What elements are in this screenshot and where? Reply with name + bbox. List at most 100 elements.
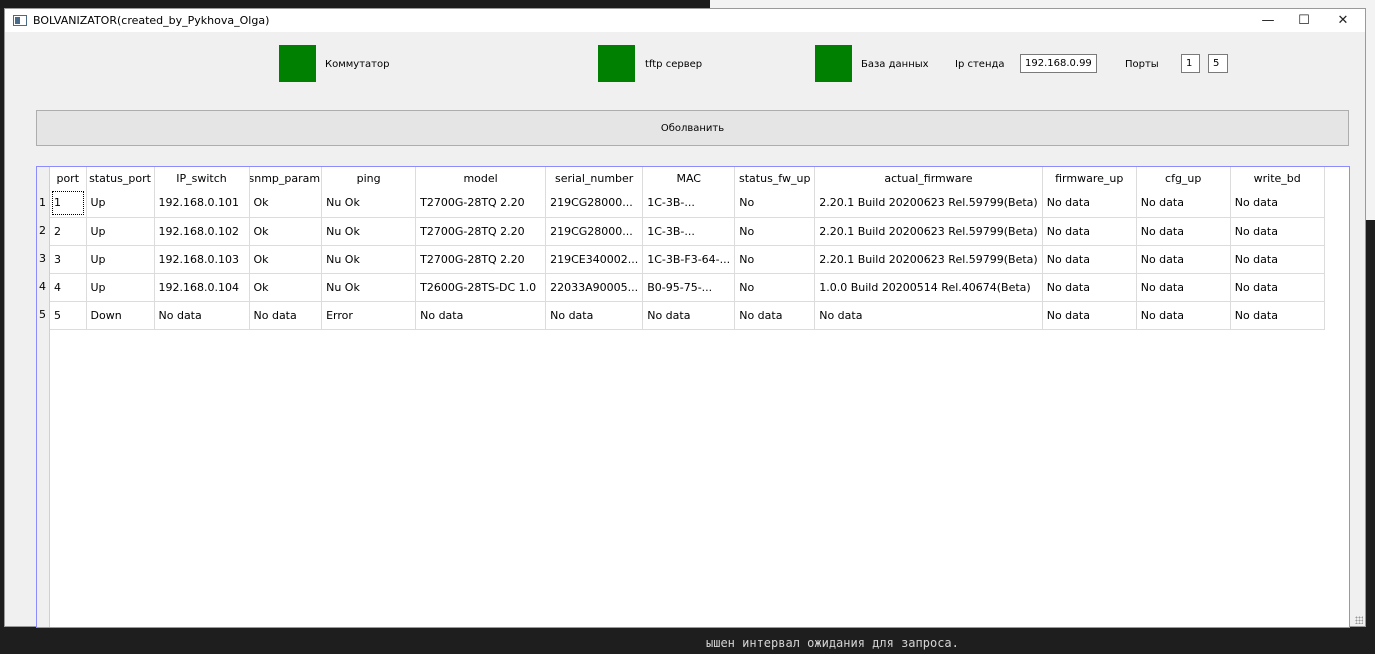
table-cell[interactable]: 1C-3B-... — [642, 189, 736, 218]
column-header-cfg-up[interactable]: cfg_up — [1136, 167, 1231, 189]
table-cell[interactable]: No data — [1042, 301, 1137, 330]
table-row[interactable]: 2 Up 192.168.0.102 Ok Nu Ok T2700G-28TQ … — [50, 217, 1325, 246]
table-cell[interactable]: No data — [415, 301, 547, 330]
table-cell[interactable]: Up — [86, 189, 155, 218]
ports-label: Порты — [1125, 59, 1159, 70]
resize-grip-icon[interactable] — [1355, 616, 1363, 624]
table-cell[interactable]: 1C-3B-... — [642, 217, 736, 246]
table-row[interactable]: 4 Up 192.168.0.104 Ok Nu Ok T2600G-28TS-… — [50, 273, 1325, 302]
column-header-ip-switch[interactable]: IP_switch — [154, 167, 250, 189]
table-cell[interactable]: Ok — [249, 273, 323, 302]
table-cell[interactable]: Up — [86, 245, 155, 274]
table-cell[interactable]: 1 — [50, 189, 87, 218]
table-cell[interactable]: No data — [1042, 189, 1137, 218]
column-header-mac[interactable]: MAC — [642, 167, 736, 189]
table-cell[interactable]: No data — [734, 301, 816, 330]
table-cell[interactable]: No data — [1230, 301, 1325, 330]
table-cell[interactable]: No — [734, 217, 816, 246]
table-cell[interactable]: No data — [1136, 273, 1231, 302]
title-bar[interactable]: BOLVANIZATOR(created_by_Pykhova_Olga) — … — [5, 9, 1365, 32]
table-cell[interactable]: No data — [1136, 245, 1231, 274]
table-row[interactable]: 3 Up 192.168.0.103 Ok Nu Ok T2700G-28TQ … — [50, 245, 1325, 274]
table-cell[interactable]: No data — [154, 301, 250, 330]
table-cell[interactable]: 192.168.0.104 — [154, 273, 250, 302]
table-cell[interactable]: T2600G-28TS-DC 1.0 — [415, 273, 547, 302]
results-table[interactable]: 1 2 3 4 5 port status_port IP_switch snm… — [36, 166, 1350, 628]
table-cell[interactable]: Nu Ok — [321, 273, 417, 302]
table-cell[interactable]: Nu Ok — [321, 189, 417, 218]
table-cell[interactable]: 192.168.0.103 — [154, 245, 250, 274]
table-cell[interactable]: No data — [1230, 189, 1325, 218]
column-header-port[interactable]: port — [50, 167, 87, 189]
table-cell[interactable]: 219CG28000... — [545, 189, 644, 218]
table-cell[interactable]: No data — [249, 301, 323, 330]
table-cell[interactable]: Error — [321, 301, 417, 330]
table-cell[interactable]: No data — [1042, 217, 1137, 246]
table-cell[interactable]: Down — [86, 301, 155, 330]
table-cell[interactable]: Ok — [249, 245, 323, 274]
row-number[interactable]: 2 — [39, 224, 49, 237]
table-cell[interactable]: B0-95-75-... — [642, 273, 736, 302]
table-cell[interactable]: No data — [1230, 273, 1325, 302]
table-cell[interactable]: Up — [86, 217, 155, 246]
table-cell[interactable]: 2 — [50, 217, 87, 246]
minimize-button[interactable]: — — [1248, 9, 1288, 31]
table-cell[interactable]: No — [734, 245, 816, 274]
column-header-firmware-up[interactable]: firmware_up — [1042, 167, 1137, 189]
table-cell[interactable]: Nu Ok — [321, 245, 417, 274]
table-cell[interactable]: 219CE340002... — [545, 245, 644, 274]
row-number[interactable]: 1 — [39, 196, 49, 209]
column-header-snmp-param[interactable]: snmp_param — [249, 167, 323, 189]
column-header-actual-firmware[interactable]: actual_firmware — [814, 167, 1043, 189]
column-header-status-port[interactable]: status_port — [86, 167, 155, 189]
table-row[interactable]: 1 Up 192.168.0.101 Ok Nu Ok T2700G-28TQ … — [50, 189, 1325, 218]
table-cell[interactable]: T2700G-28TQ 2.20 — [415, 217, 547, 246]
table-cell[interactable]: 1.0.0 Build 20200514 Rel.40674(Beta) — [814, 273, 1043, 302]
table-cell[interactable]: No — [734, 189, 816, 218]
column-header-serial-number[interactable]: serial_number — [545, 167, 644, 189]
row-number[interactable]: 5 — [39, 308, 49, 321]
table-cell[interactable]: Up — [86, 273, 155, 302]
stand-ip-input[interactable] — [1020, 54, 1097, 73]
column-header-write-bd[interactable]: write_bd — [1230, 167, 1325, 189]
table-cell[interactable]: 2.20.1 Build 20200623 Rel.59799(Beta) — [814, 217, 1043, 246]
table-cell[interactable]: 219CG28000... — [545, 217, 644, 246]
table-cell[interactable]: 22033A90005... — [545, 273, 644, 302]
table-cell[interactable]: 5 — [50, 301, 87, 330]
table-cell[interactable]: T2700G-28TQ 2.20 — [415, 189, 547, 218]
column-header-ping[interactable]: ping — [321, 167, 417, 189]
table-cell[interactable]: No data — [1042, 273, 1137, 302]
port-to-input[interactable] — [1208, 54, 1228, 73]
close-button[interactable]: ✕ — [1323, 9, 1363, 31]
table-cell[interactable]: 3 — [50, 245, 87, 274]
table-cell[interactable]: No data — [1042, 245, 1137, 274]
table-cell[interactable]: 4 — [50, 273, 87, 302]
table-cell[interactable]: Ok — [249, 189, 323, 218]
column-header-model[interactable]: model — [415, 167, 547, 189]
row-number[interactable]: 4 — [39, 280, 49, 293]
table-cell[interactable]: No data — [814, 301, 1043, 330]
table-cell[interactable]: No data — [1136, 301, 1231, 330]
row-number[interactable]: 3 — [39, 252, 49, 265]
table-cell[interactable]: No data — [642, 301, 736, 330]
table-cell[interactable]: No — [734, 273, 816, 302]
table-cell[interactable]: No data — [1230, 245, 1325, 274]
column-header-status-fw-up[interactable]: status_fw_up — [734, 167, 816, 189]
table-cell[interactable]: 2.20.1 Build 20200623 Rel.59799(Beta) — [814, 189, 1043, 218]
table-cell[interactable]: Ok — [249, 217, 323, 246]
table-cell[interactable]: No data — [1230, 217, 1325, 246]
table-cell[interactable]: No data — [545, 301, 644, 330]
port-from-input[interactable] — [1181, 54, 1200, 73]
table-cell[interactable]: No data — [1136, 217, 1231, 246]
bolvanize-button[interactable]: Оболванить — [36, 110, 1349, 146]
table-cell[interactable]: 1C-3B-F3-64-... — [642, 245, 736, 274]
table-cell[interactable]: No data — [1136, 189, 1231, 218]
table-cell[interactable]: 192.168.0.101 — [154, 189, 250, 218]
table-cell[interactable]: T2700G-28TQ 2.20 — [415, 245, 547, 274]
table-cell[interactable]: Nu Ok — [321, 217, 417, 246]
table-row[interactable]: 5 Down No data No data Error No data No … — [50, 301, 1325, 330]
table-body: 1 Up 192.168.0.101 Ok Nu Ok T2700G-28TQ … — [50, 189, 1325, 330]
table-cell[interactable]: 2.20.1 Build 20200623 Rel.59799(Beta) — [814, 245, 1043, 274]
maximize-button[interactable]: ☐ — [1284, 9, 1324, 31]
table-cell[interactable]: 192.168.0.102 — [154, 217, 250, 246]
